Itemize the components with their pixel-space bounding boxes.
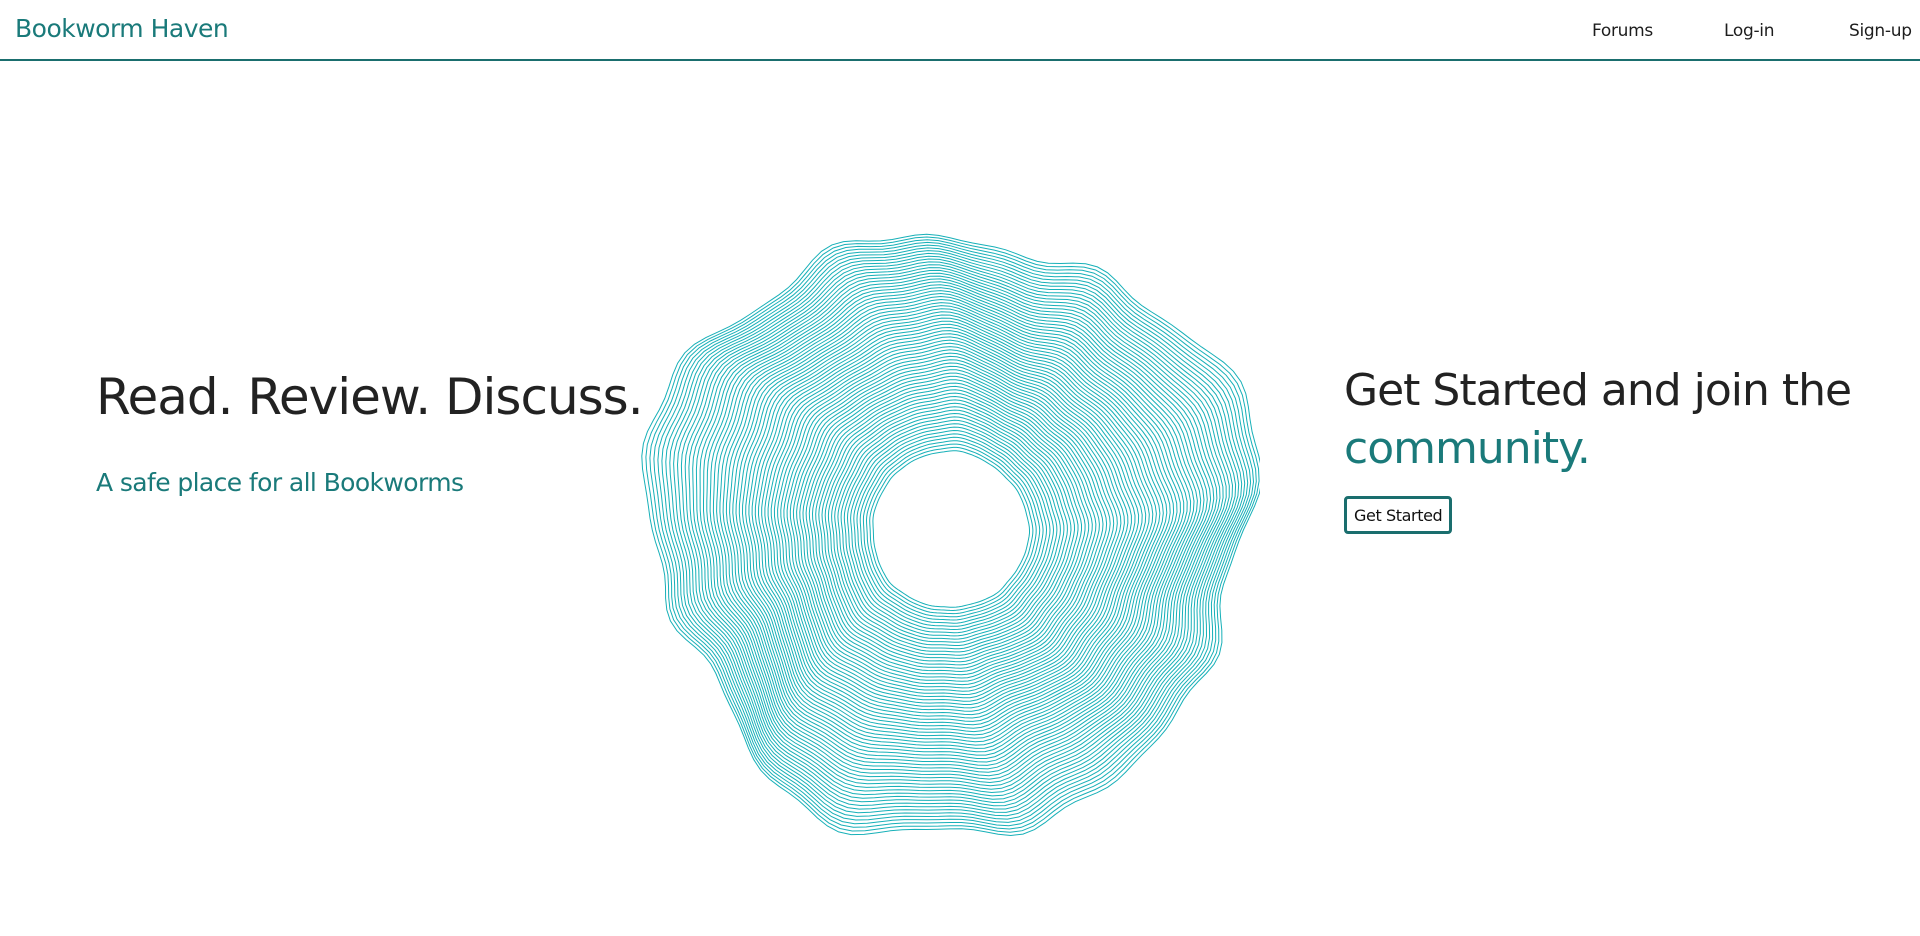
swirl-ring-line xyxy=(764,336,1150,719)
get-started-button[interactable]: Get Started xyxy=(1344,496,1453,534)
swirl-ring-line xyxy=(684,264,1230,800)
swirl-ring-line xyxy=(831,406,1076,650)
nav-link-login[interactable]: Log-in xyxy=(1724,21,1775,41)
cta-heading-text: Get Started and join the xyxy=(1344,365,1852,416)
hero-subtitle: A safe place for all Bookworms xyxy=(96,468,464,497)
nav-link-forums[interactable]: Forums xyxy=(1592,21,1653,41)
swirl-ring-line xyxy=(872,450,1030,608)
top-navbar: Bookworm Haven Forums Log-in Sign-up xyxy=(0,0,1920,61)
swirl-ring-line xyxy=(821,395,1086,659)
nav-link-signup[interactable]: Sign-up xyxy=(1849,21,1912,41)
cta-heading-accent: community. xyxy=(1344,423,1591,474)
swirl-ring-line xyxy=(859,436,1044,621)
hero-title: Read. Review. Discuss. xyxy=(96,368,644,426)
swirl-ring-line xyxy=(850,426,1055,631)
swirl-ring-line xyxy=(853,429,1051,627)
swirl-ring-line xyxy=(856,433,1048,624)
topographic-swirl-graphic xyxy=(641,233,1260,837)
cta-heading: Get Started and join the community. xyxy=(1344,362,1852,478)
brand-logo-link[interactable]: Bookworm Haven xyxy=(15,14,229,43)
hero-section: Read. Review. Discuss. A safe place for … xyxy=(96,368,644,497)
cta-section: Get Started and join the community. Get … xyxy=(1344,362,1852,534)
